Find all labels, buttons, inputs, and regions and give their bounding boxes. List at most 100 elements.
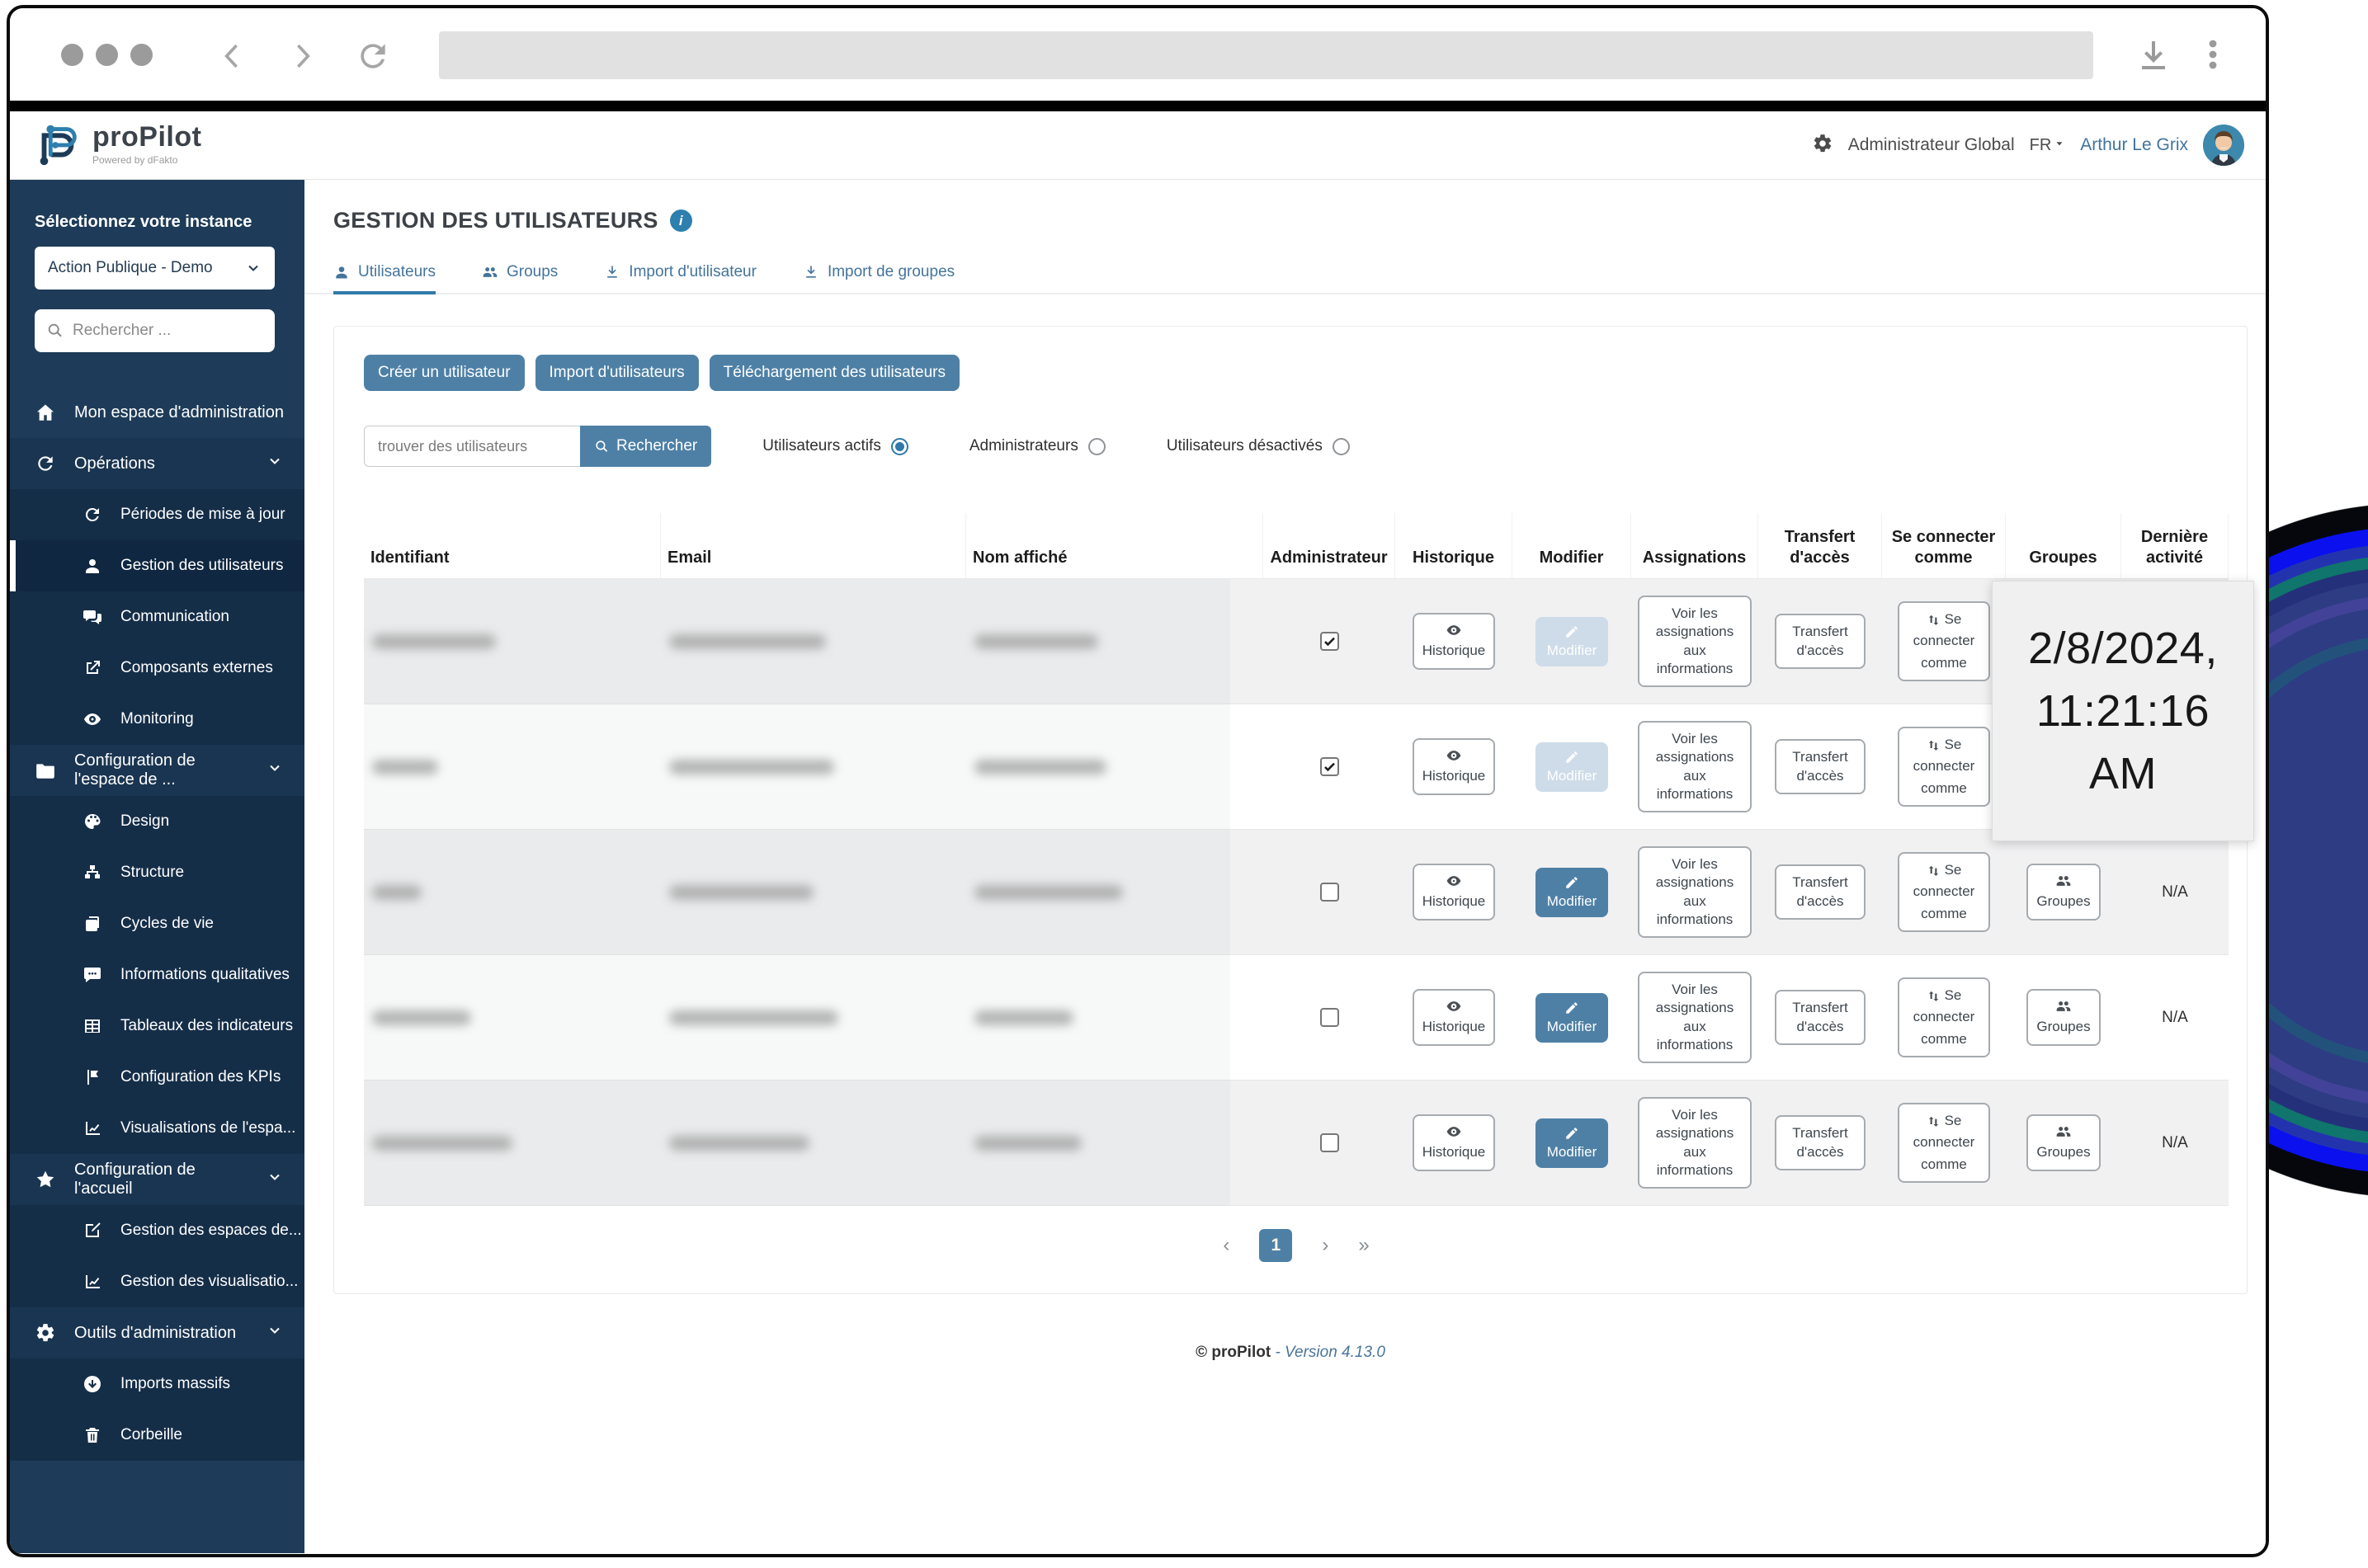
refresh-icon[interactable] — [355, 38, 391, 74]
assignations-button[interactable]: Voir les assignations aux informations — [1638, 596, 1752, 686]
sidebar-item-structure[interactable]: Structure — [10, 847, 304, 898]
trash-icon — [83, 1425, 102, 1445]
se-connecter-comme-button[interactable]: Seconnectercomme — [1898, 601, 1990, 680]
modifier-button[interactable]: Modifier — [1535, 1118, 1608, 1168]
assignations-button[interactable]: Voir les assignations aux informations — [1638, 721, 1752, 812]
window-dot[interactable] — [130, 44, 153, 66]
historique-button[interactable]: Historique — [1413, 613, 1496, 669]
transfert-acces-button[interactable]: Transfert d'accès — [1775, 864, 1866, 919]
instance-select[interactable]: Action Publique - Demo — [35, 247, 275, 290]
last-activity-value: N/A — [2162, 1134, 2188, 1152]
sidebar-item-design[interactable]: Design — [10, 796, 304, 847]
pagination-next[interactable]: › — [1322, 1234, 1328, 1257]
transfert-acces-button[interactable]: Transfert d'accès — [1775, 739, 1866, 793]
se-connecter-comme-button[interactable]: Seconnectercomme — [1898, 1103, 1990, 1182]
blurred-identifiant — [372, 760, 438, 775]
kebab-menu-icon[interactable] — [2193, 35, 2233, 78]
tab-groups[interactable]: Groups — [482, 263, 558, 293]
action-button-import-d-utilisateurs[interactable]: Import d'utilisateurs — [535, 355, 699, 391]
sidebar-item-p-riodes-de-mise-jour[interactable]: Périodes de mise à jour — [10, 489, 304, 540]
admin-checkbox[interactable] — [1319, 631, 1340, 652]
sidebar-search[interactable] — [35, 309, 275, 352]
radio-button[interactable] — [1088, 438, 1106, 455]
pagination-current-page[interactable]: 1 — [1259, 1229, 1292, 1262]
sidebar-item-label: Opérations — [74, 454, 155, 473]
blurred-email — [669, 1010, 838, 1025]
filter-administrateurs[interactable]: Administrateurs — [969, 437, 1106, 455]
pagination-prev[interactable]: ‹ — [1223, 1234, 1229, 1257]
sidebar-item-outils-d-administration[interactable]: Outils d'administration — [10, 1307, 304, 1358]
se-connecter-comme-button[interactable]: Seconnectercomme — [1898, 852, 1990, 931]
groupes-button[interactable]: Groupes — [2026, 1114, 2100, 1170]
find-users-input[interactable] — [364, 426, 580, 467]
sidebar-item-corbeille[interactable]: Corbeille — [10, 1410, 304, 1461]
eye-icon — [1446, 622, 1462, 638]
window-dot[interactable] — [61, 44, 83, 66]
blurred-email — [669, 1136, 809, 1151]
sidebar-item-tableaux-des-indicateurs[interactable]: Tableaux des indicateurs — [10, 1001, 304, 1052]
assignations-button[interactable]: Voir les assignations aux informations — [1638, 1097, 1752, 1188]
forward-icon[interactable] — [284, 38, 320, 74]
sidebar-item-visualisations-de-l-espa[interactable]: Visualisations de l'espa... — [10, 1103, 304, 1154]
sidebar-item-monitoring[interactable]: Monitoring — [10, 694, 304, 745]
action-button-t-l-chargement-des-utilisateurs[interactable]: Téléchargement des utilisateurs — [710, 355, 960, 391]
sidebar-item-op-rations[interactable]: Opérations — [10, 438, 304, 489]
address-bar[interactable] — [439, 31, 2093, 79]
window-dot[interactable] — [96, 44, 118, 66]
sidebar-item-informations-qualitatives[interactable]: Informations qualitatives — [10, 949, 304, 1001]
admin-checkbox[interactable] — [1319, 882, 1340, 902]
overlay-time: 11:21:16 — [2036, 685, 2210, 737]
transfert-acces-button[interactable]: Transfert d'accès — [1775, 990, 1866, 1044]
filter-utilisateurs-d-sactiv-s[interactable]: Utilisateurs désactivés — [1167, 437, 1350, 455]
se-connecter-comme-button[interactable]: Seconnectercomme — [1898, 977, 1990, 1057]
action-button-cr-er-un-utilisateur[interactable]: Créer un utilisateur — [364, 355, 525, 391]
footer-brand: © proPilot — [1196, 1344, 1271, 1361]
sidebar-item-configuration-de-l-accueil[interactable]: Configuration de l'accueil — [10, 1154, 304, 1205]
sidebar-item-gestion-des-espaces-de[interactable]: Gestion des espaces de... — [10, 1205, 304, 1256]
sidebar-item-mon-espace-d-administration[interactable]: Mon espace d'administration — [10, 387, 304, 438]
se-connecter-comme-button[interactable]: Seconnectercomme — [1898, 727, 1990, 806]
sidebar-item-configuration-des-kpis[interactable]: Configuration des KPIs — [10, 1052, 304, 1103]
sidebar-item-imports-massifs[interactable]: Imports massifs — [10, 1358, 304, 1410]
sidebar-item-gestion-des-utilisateurs[interactable]: Gestion des utilisateurs — [10, 540, 304, 591]
page-title: GESTION DES UTILISATEURS — [333, 208, 658, 233]
sidebar-item-gestion-des-visualisatio[interactable]: Gestion des visualisatio... — [10, 1256, 304, 1307]
groupes-button[interactable]: Groupes — [2026, 989, 2100, 1045]
table-row: Historique Modifier Voir les assignations … — [364, 704, 2229, 830]
transfert-acces-button[interactable]: Transfert d'accès — [1775, 614, 1866, 668]
sidebar-search-input[interactable] — [73, 322, 263, 340]
tab-import-de-groupes[interactable]: Import de groupes — [803, 263, 955, 293]
filter-utilisateurs-actifs[interactable]: Utilisateurs actifs — [762, 437, 908, 455]
historique-button[interactable]: Historique — [1413, 864, 1496, 920]
groupes-button[interactable]: Groupes — [2026, 864, 2100, 920]
language-selector[interactable]: FR — [2030, 136, 2066, 155]
user-name[interactable]: Arthur Le Grix — [2080, 135, 2188, 155]
radio-button[interactable] — [891, 438, 908, 455]
modifier-button[interactable]: Modifier — [1535, 617, 1608, 666]
historique-button[interactable]: Historique — [1413, 1114, 1496, 1170]
sidebar-item-composants-externes[interactable]: Composants externes — [10, 643, 304, 694]
assignations-button[interactable]: Voir les assignations aux informations — [1638, 972, 1752, 1062]
sidebar-item-configuration-de-l-espace-de[interactable]: Configuration de l'espace de ... — [10, 745, 304, 796]
admin-checkbox[interactable] — [1319, 1007, 1340, 1028]
transfert-acces-button[interactable]: Transfert d'accès — [1775, 1115, 1866, 1170]
modifier-button[interactable]: Modifier — [1535, 868, 1608, 917]
search-button[interactable]: Rechercher — [580, 426, 711, 467]
pagination-last[interactable]: » — [1358, 1234, 1369, 1257]
radio-button[interactable] — [1333, 438, 1350, 455]
tab-import-d-utilisateur[interactable]: Import d'utilisateur — [604, 263, 757, 293]
admin-checkbox[interactable] — [1319, 1132, 1340, 1153]
modifier-button[interactable]: Modifier — [1535, 993, 1608, 1043]
historique-button[interactable]: Historique — [1413, 738, 1496, 794]
back-icon[interactable] — [215, 38, 251, 74]
admin-checkbox[interactable] — [1319, 756, 1340, 777]
modifier-button[interactable]: Modifier — [1535, 742, 1608, 792]
tab-utilisateurs[interactable]: Utilisateurs — [333, 263, 436, 293]
avatar[interactable] — [2203, 125, 2244, 166]
sidebar-item-cycles-de-vie[interactable]: Cycles de vie — [10, 898, 304, 949]
info-icon[interactable]: i — [670, 210, 692, 232]
historique-button[interactable]: Historique — [1413, 989, 1496, 1045]
assignations-button[interactable]: Voir les assignations aux informations — [1638, 846, 1752, 937]
sidebar-item-communication[interactable]: Communication — [10, 591, 304, 643]
download-icon[interactable] — [2134, 35, 2173, 78]
